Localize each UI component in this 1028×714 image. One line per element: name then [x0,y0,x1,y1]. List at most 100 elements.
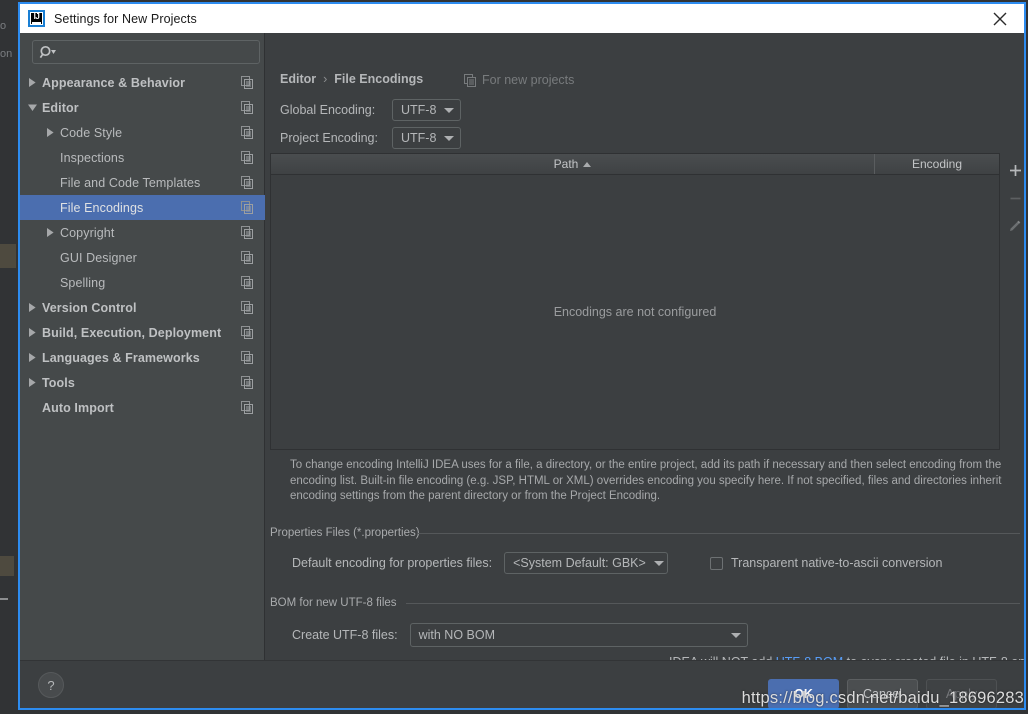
column-header-path[interactable]: Path [271,154,875,174]
search-icon [39,45,57,61]
intellij-idea-logo-icon [28,10,45,27]
sidebar-item-label: Tools [42,375,75,390]
global-encoding-row: Global Encoding: UTF-8 [266,99,1024,121]
copy-settings-icon[interactable] [241,276,254,289]
sidebar-item-tools[interactable]: Tools [20,370,265,395]
breadcrumb-leaf: File Encodings [334,72,424,86]
copy-settings-icon[interactable] [241,301,254,314]
default-properties-encoding-value: <System Default: GBK> [513,556,646,570]
chevron-right-icon[interactable] [27,377,38,388]
dialog-titlebar: Settings for New Projects [20,4,1024,33]
encodings-hint-text: To change encoding IntelliJ IDEA uses fo… [290,459,1002,502]
column-header-encoding[interactable]: Encoding [875,154,999,174]
for-new-projects-indicator: For new projects [464,73,574,87]
chevron-right-icon[interactable] [27,327,38,338]
breadcrumb-root[interactable]: Editor [280,72,316,86]
table-body[interactable]: Encodings are not configured [271,175,999,449]
sidebar-item-label: Appearance & Behavior [42,75,186,90]
breadcrumb: Editor › File Encodings [280,72,423,86]
create-utf8-files-label: Create UTF-8 files: [292,628,398,642]
settings-sidebar: Appearance & Behavior Editor Code Style Ins… [20,33,265,660]
sidebar-item-label: Copyright [60,225,115,240]
encodings-table: Path Encoding Encodings are not configur… [270,153,1000,450]
copy-settings-icon[interactable] [241,376,254,389]
column-header-encoding-label: Encoding [911,157,963,171]
watermark: https://blog.csdn.net/baidu_18696283 [741,689,1024,707]
sidebar-item-file-and-code-templates[interactable]: File and Code Templates [20,170,265,195]
copy-settings-icon[interactable] [241,226,254,239]
bom-group-title: BOM for new UTF-8 files [270,597,403,609]
sidebar-item-label: Inspections [60,150,125,165]
sidebar-item-version-control[interactable]: Version Control [20,295,265,320]
transparent-native-to-ascii-checkbox-row[interactable]: Transparent native-to-ascii conversion [710,556,942,570]
sidebar-item-label: File and Code Templates [60,175,201,190]
backdrop-text-fragment-top: o [0,20,7,32]
chevron-right-icon[interactable] [27,77,38,88]
edit-encoding-button[interactable] [1003,212,1024,240]
add-encoding-button[interactable] [1003,156,1024,184]
chevron-right-icon[interactable] [27,302,38,313]
chevron-down-icon [444,107,455,113]
column-header-path-label: Path [553,157,579,171]
copy-settings-icon[interactable] [241,401,254,414]
copy-settings-icon[interactable] [241,251,254,264]
sidebar-item-label: Auto Import [42,400,114,415]
settings-dialog: Settings for New Projects App [18,2,1026,710]
copy-settings-icon[interactable] [241,126,254,139]
sidebar-item-editor[interactable]: Editor [20,95,265,120]
transparent-native-to-ascii-checkbox[interactable] [710,556,723,570]
sidebar-item-label: Code Style [60,125,123,140]
chevron-right-icon[interactable] [27,352,38,363]
chevron-down-icon[interactable] [27,102,38,113]
create-utf8-files-value: with NO BOM [418,628,495,642]
backdrop-marker-a [0,244,16,268]
remove-encoding-button[interactable] [1003,184,1024,212]
help-button[interactable]: ? [38,672,64,698]
sidebar-item-label: GUI Designer [60,250,137,265]
backdrop-marker-c [0,598,8,600]
copy-settings-icon[interactable] [241,351,254,364]
copy-settings-icon[interactable] [241,76,254,89]
copy-settings-icon [464,73,477,87]
close-icon[interactable] [980,4,1020,33]
sidebar-item-code-style[interactable]: Code Style [20,120,265,145]
settings-content-pane: Editor › File Encodings For new projects… [266,33,1024,669]
search-input[interactable] [32,40,260,64]
chevron-down-icon [653,560,664,566]
project-encoding-value: UTF-8 [401,131,437,145]
create-utf8-files-select[interactable]: with NO BOM [409,623,748,647]
sidebar-item-spelling[interactable]: Spelling [20,270,265,295]
backdrop-text-fragment: on [0,48,13,60]
sidebar-item-label: File Encodings [60,200,144,215]
copy-settings-icon[interactable] [241,326,254,339]
project-encoding-row: Project Encoding: UTF-8 [266,127,1024,149]
chevron-right-icon[interactable] [45,127,56,138]
sidebar-item-label: Build, Execution, Deployment [42,325,222,340]
dialog-body: Appearance & Behavior Editor Code Style Ins… [20,33,1024,669]
sidebar-item-build-execution-deployment[interactable]: Build, Execution, Deployment [20,320,265,345]
search-field-wrapper[interactable] [32,40,260,64]
breadcrumb-separator: › [323,72,328,86]
copy-settings-icon[interactable] [241,151,254,164]
global-encoding-label: Global Encoding: [280,103,376,117]
copy-settings-icon[interactable] [241,101,254,114]
sidebar-item-appearance-behavior[interactable]: Appearance & Behavior [20,70,265,95]
copy-settings-icon[interactable] [241,201,254,214]
global-encoding-value: UTF-8 [401,103,437,117]
chevron-right-icon[interactable] [45,227,56,238]
copy-settings-icon[interactable] [241,176,254,189]
sidebar-item-file-encodings[interactable]: File Encodings [20,195,265,220]
project-encoding-select[interactable]: UTF-8 [392,127,462,149]
default-properties-encoding-select[interactable]: <System Default: GBK> [504,552,669,574]
sidebar-item-label: Languages & Frameworks [42,350,200,365]
project-encoding-label: Project Encoding: [280,131,378,145]
sidebar-item-languages-frameworks[interactable]: Languages & Frameworks [20,345,265,370]
dialog-title: Settings for New Projects [54,11,197,26]
sidebar-item-gui-designer[interactable]: GUI Designer [20,245,265,270]
sidebar-item-copyright[interactable]: Copyright [20,220,265,245]
sidebar-item-auto-import[interactable]: Auto Import [20,395,265,420]
global-encoding-select[interactable]: UTF-8 [392,99,462,121]
sidebar-item-inspections[interactable]: Inspections [20,145,265,170]
chevron-down-icon [444,135,455,141]
backdrop-marker-b [0,556,14,576]
